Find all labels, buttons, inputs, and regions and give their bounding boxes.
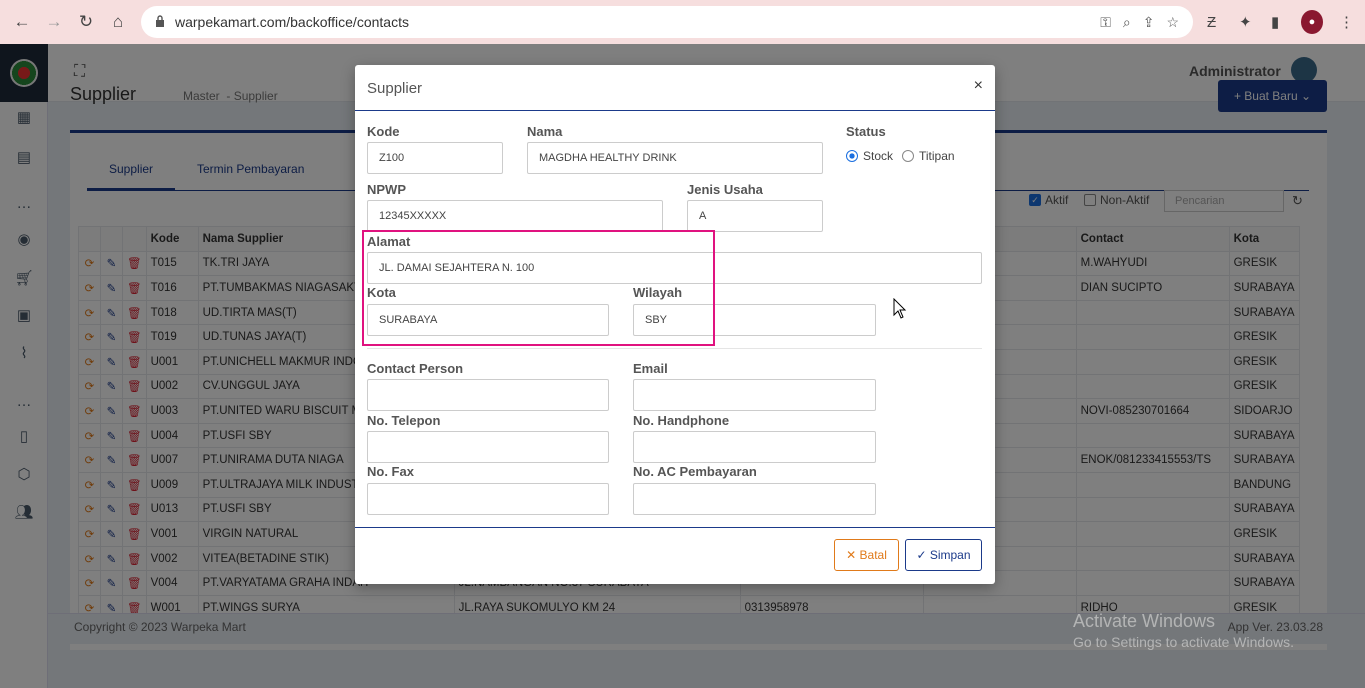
modal-footer [355,527,995,528]
divider [367,348,982,349]
share-icon[interactable]: ⇪ [1143,14,1155,31]
watermark-line2: Go to Settings to activate Windows. [1073,634,1294,650]
contact-person-label: Contact Person [367,361,464,376]
lock-icon [156,15,164,27]
address-bar[interactable]: warpekamart.com/backoffice/contacts ⚿ ⌕ … [141,6,1193,38]
status-stock-radio[interactable] [846,150,858,162]
fax-input[interactable] [367,483,609,515]
status-titipan-radio[interactable] [902,150,914,162]
kode-label: Kode [367,124,400,139]
status-stock-label[interactable]: Stock [863,149,893,163]
mouse-cursor-icon [893,298,907,319]
handphone-input[interactable] [633,431,876,463]
status-label: Status [846,124,886,139]
contact-person-input[interactable] [367,379,609,411]
jenis-usaha-input[interactable]: A [687,200,823,232]
nama-label: Nama [527,124,563,139]
extension-z-icon[interactable]: Ƶ [1207,10,1216,34]
ac-pembayaran-input[interactable] [633,483,876,515]
email-label: Email [633,361,668,376]
nama-input[interactable]: MAGDHA HEALTHY DRINK [527,142,823,174]
reload-icon[interactable]: ↻ [70,6,102,38]
puzzle-icon[interactable]: ✦ [1239,10,1252,34]
ac-pembayaran-label: No. AC Pembayaran [633,464,757,479]
telepon-label: No. Telepon [367,413,441,428]
cancel-button[interactable]: ✕ Batal [834,539,899,571]
zoom-icon[interactable]: ⌕ [1123,14,1131,31]
watermark-line1: Activate Windows [1073,611,1216,631]
fax-label: No. Fax [367,464,414,479]
email-input[interactable] [633,379,876,411]
browser-toolbar: ← → ↻ ⌂ warpekamart.com/backoffice/conta… [0,0,1365,44]
sidepanel-icon[interactable]: ▮ [1271,10,1279,34]
status-titipan-label[interactable]: Titipan [919,149,955,163]
menu-icon[interactable]: ⋮ [1339,10,1354,34]
url-text: warpekamart.com/backoffice/contacts [175,14,409,30]
close-icon[interactable]: × [974,77,983,95]
telepon-input[interactable] [367,431,609,463]
star-icon[interactable]: ☆ [1166,14,1179,31]
home-icon[interactable]: ⌂ [102,6,134,38]
jenis-usaha-label: Jenis Usaha [687,182,763,197]
npwp-label: NPWP [367,182,406,197]
npwp-input[interactable]: 12345XXXXX [367,200,663,232]
kode-input[interactable]: Z100 [367,142,503,174]
handphone-label: No. Handphone [633,413,730,428]
key-icon[interactable]: ⚿ [1100,14,1111,31]
profile-avatar[interactable]: ● [1301,10,1323,34]
windows-watermark: Activate Windows Go to Settings to activ… [1073,611,1294,650]
back-icon[interactable]: ← [6,6,38,38]
save-button[interactable]: ✓ Simpan [905,539,982,571]
highlight-box [362,230,715,346]
modal-header: Supplier × [355,65,995,111]
forward-icon[interactable]: → [38,6,70,38]
modal-title: Supplier [367,80,423,97]
